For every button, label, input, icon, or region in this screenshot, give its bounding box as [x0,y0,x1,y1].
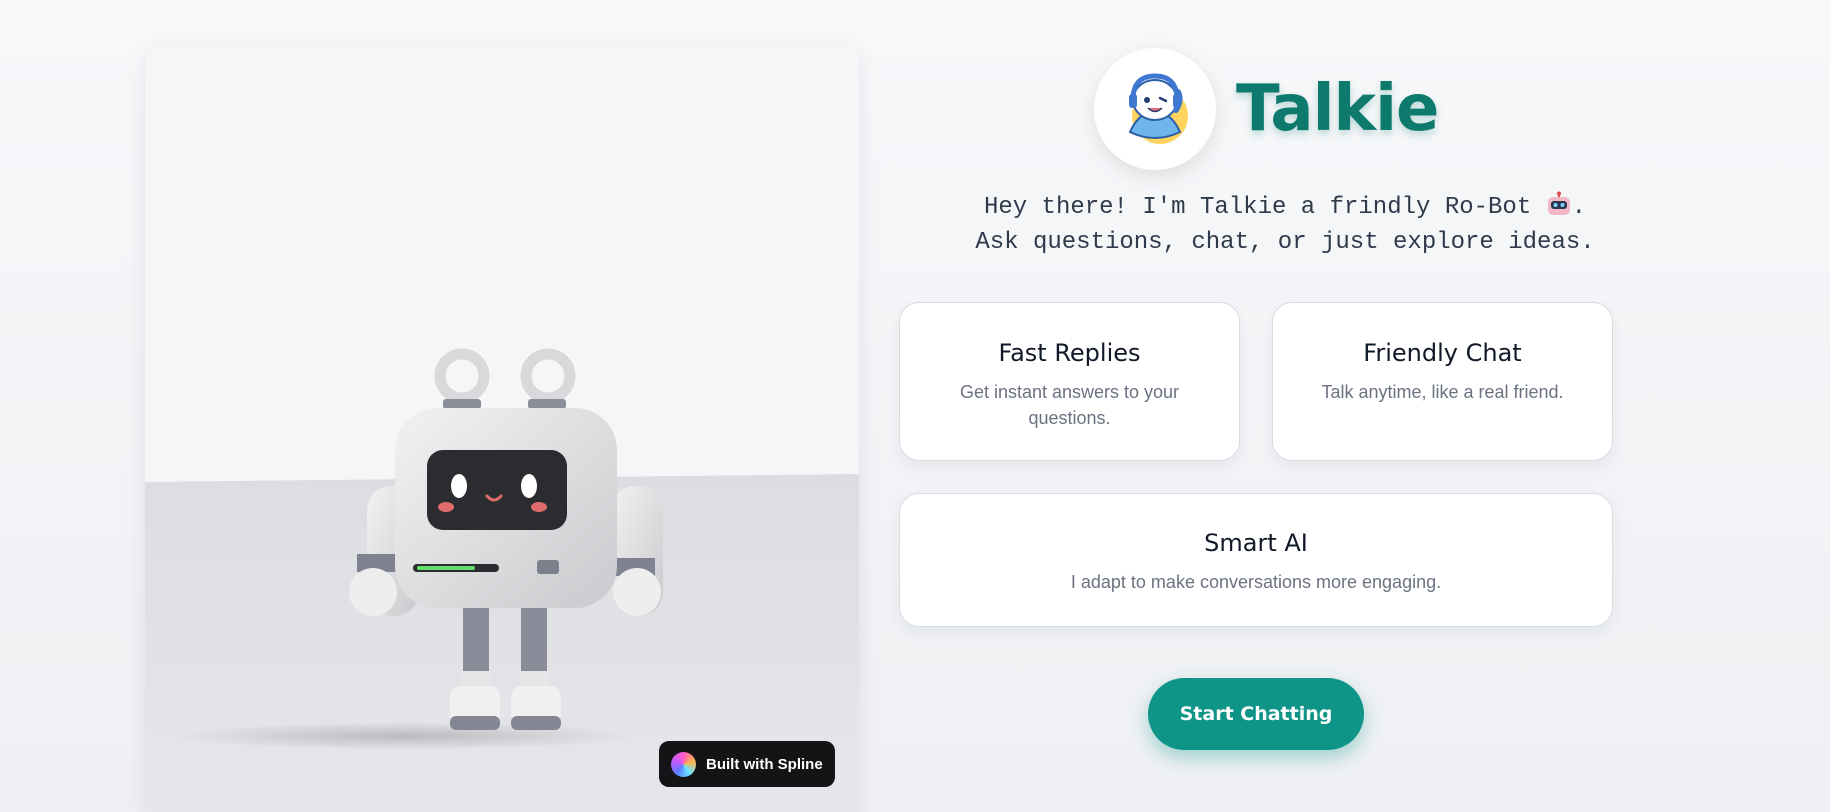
feature-title: Smart AI [1204,529,1308,557]
spline-logo-icon [671,751,696,777]
brand-header: Talkie [1094,48,1439,170]
feature-description: Talk anytime, like a real friend. [1321,382,1564,402]
built-with-spline-badge[interactable]: Built with Spline [659,741,835,787]
robot-face-emoji-icon [1547,191,1570,215]
feature-description: I adapt to make conversations more engag… [1070,572,1442,592]
spline-badge-label: Built with Spline [706,755,823,773]
tagline-line-1: Hey there! I'm Talkie a frindly Ro-Bot . [940,190,1630,225]
talkie-avatar [1094,48,1216,170]
tagline-line-2: Ask questions, chat, or just explore ide… [975,229,1595,256]
tagline-line-1-end: . [1571,194,1587,221]
feature-title: Friendly Chat [1363,339,1522,367]
tagline-line-1-text: Hey there! I'm Talkie a frindly Ro-Bot [983,194,1546,221]
feature-title: Fast Replies [998,339,1141,367]
robot-headset-mascot-icon [1128,73,1188,144]
robot-3d-scene[interactable]: Built with Spline [145,46,859,812]
app-title: Talkie [1236,72,1439,146]
feature-card-fast-replies: Fast Replies Get instant answers to your… [899,302,1240,461]
intro-tagline: Hey there! I'm Talkie a frindly Ro-Bot .… [940,190,1630,260]
start-chatting-button[interactable]: Start Chatting [1148,678,1364,750]
feature-card-friendly-chat: Friendly Chat Talk anytime, like a real … [1272,302,1613,461]
feature-description: Get instant answers to your questions. [959,382,1180,428]
robot-illustration [145,348,859,812]
feature-card-smart-ai: Smart AI I adapt to make conversations m… [899,493,1613,627]
